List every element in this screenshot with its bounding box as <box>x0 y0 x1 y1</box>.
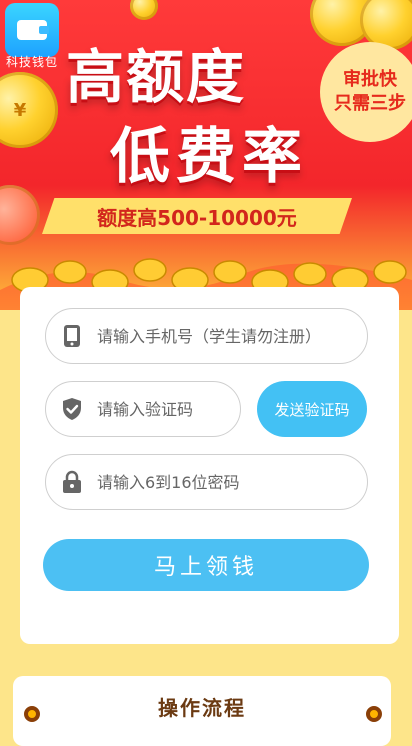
lock-icon <box>61 470 83 493</box>
headline-high-limit: 高额度 <box>66 43 247 111</box>
phone-field[interactable] <box>45 308 368 364</box>
process-card: 操作流程 <box>13 676 391 746</box>
app-logo <box>5 3 59 57</box>
coin-decoration: ¥ <box>0 72 58 148</box>
hero-banner: ¥ 科技钱包 高额度 低费率 审批快 只需三步 额度高500-10000元 <box>0 0 412 310</box>
claim-money-button[interactable]: 马上领钱 <box>43 539 369 591</box>
pin-decoration <box>366 706 382 722</box>
pin-decoration <box>24 706 40 722</box>
wallet-icon <box>17 20 49 40</box>
send-code-button[interactable]: 发送验证码 <box>257 381 367 437</box>
headline-low-rate: 低费率 <box>110 122 308 192</box>
password-input[interactable] <box>95 471 367 493</box>
shield-check-icon <box>61 398 83 420</box>
process-title: 操作流程 <box>158 696 246 720</box>
promo-badge: 审批快 只需三步 <box>320 42 412 142</box>
verification-code-field[interactable] <box>45 381 299 437</box>
coin-decoration <box>0 185 40 245</box>
limit-ribbon: 额度高500-10000元 <box>42 198 352 234</box>
password-field[interactable] <box>45 454 368 510</box>
phone-input[interactable] <box>95 325 367 347</box>
badge-line-1: 审批快 <box>343 69 397 90</box>
coin-decoration <box>130 0 158 20</box>
app-name: 科技钱包 <box>6 55 59 69</box>
phone-icon <box>61 325 83 347</box>
badge-line-2: 只需三步 <box>334 93 406 114</box>
